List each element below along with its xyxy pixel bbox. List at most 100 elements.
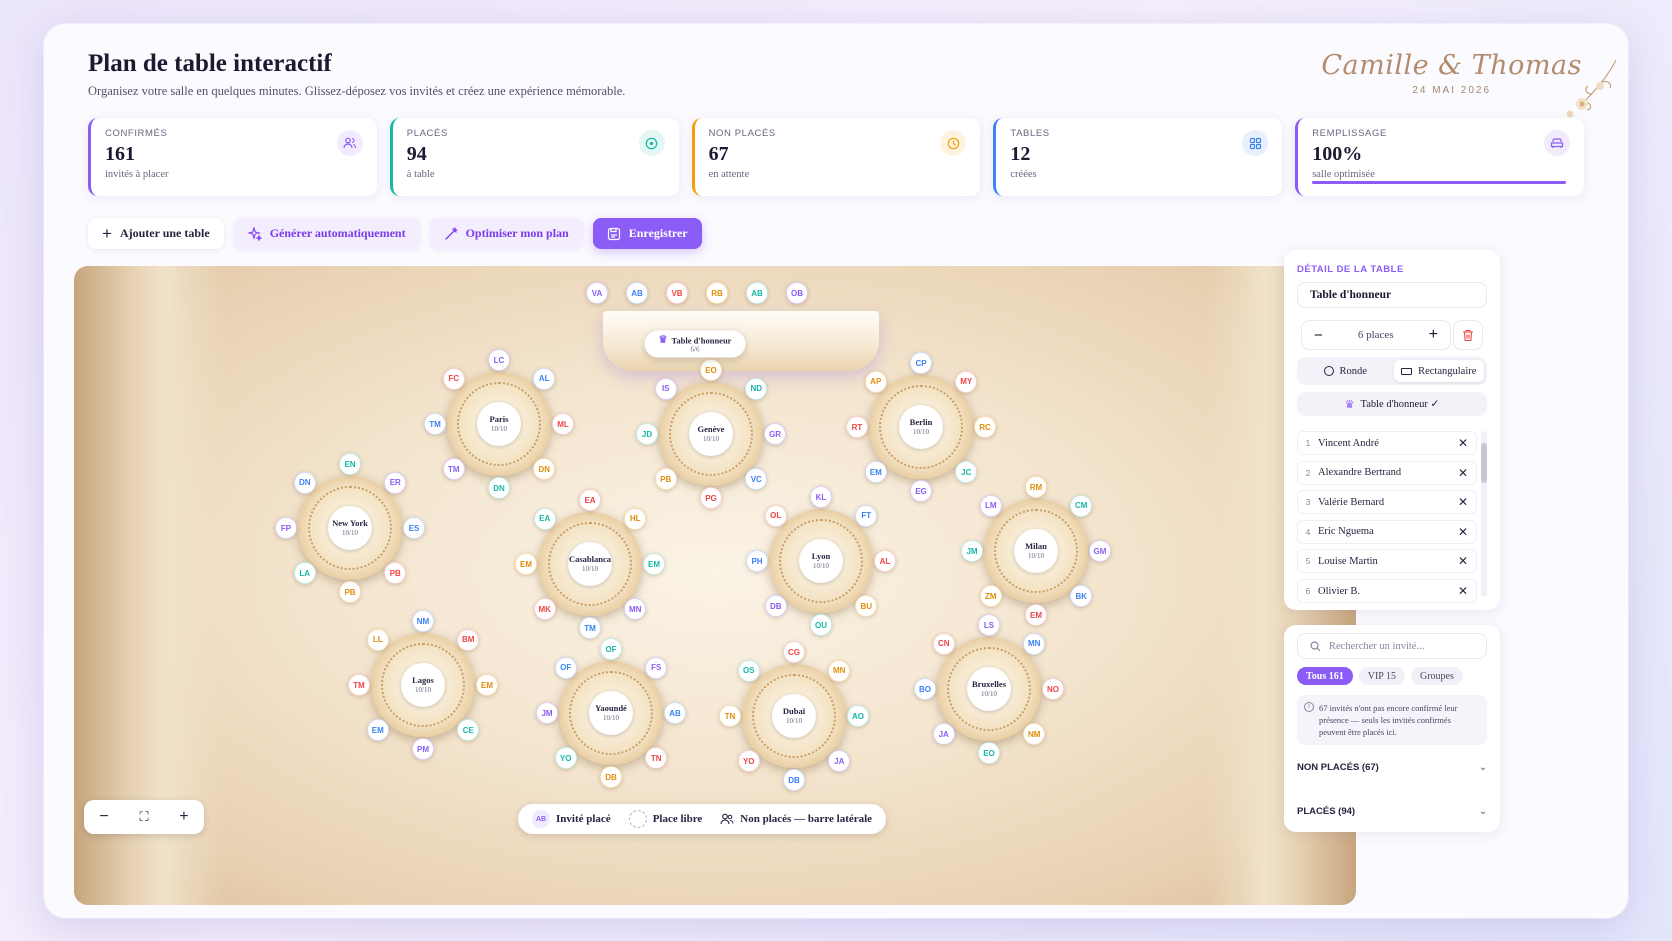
- seat-avatar[interactable]: AO: [847, 705, 869, 727]
- seat-avatar[interactable]: EM: [515, 553, 537, 575]
- honor-table-label[interactable]: ♛ Table d'honneur 6/6: [644, 330, 746, 358]
- shape-round-option[interactable]: Ronde: [1300, 360, 1391, 382]
- seat-avatar[interactable]: OF: [554, 656, 577, 679]
- seat-avatar[interactable]: ER: [384, 471, 407, 494]
- seat-avatar[interactable]: NM: [412, 610, 434, 632]
- seat-avatar[interactable]: FS: [645, 656, 668, 679]
- seat-avatar[interactable]: DN: [293, 471, 316, 494]
- filter-groups[interactable]: Groupes: [1410, 667, 1463, 685]
- seat-avatar[interactable]: CM: [1070, 494, 1093, 517]
- guest-row[interactable]: 3 Valérie Bernard ✕: [1297, 490, 1477, 515]
- shape-rect-option[interactable]: Rectangulaire: [1393, 360, 1484, 382]
- remove-guest-icon[interactable]: ✕: [1458, 584, 1468, 598]
- seat-avatar[interactable]: OF: [600, 638, 622, 660]
- seat-avatar[interactable]: TM: [579, 617, 601, 639]
- seat-avatar[interactable]: EA: [533, 507, 556, 530]
- generate-button[interactable]: Générer automatiquement: [233, 218, 420, 249]
- zoom-in-button[interactable]: +: [179, 808, 188, 826]
- honor-seat-avatar[interactable]: VA: [586, 282, 608, 304]
- seat-avatar[interactable]: BO: [914, 678, 936, 700]
- seat-avatar[interactable]: LC: [488, 349, 510, 371]
- guest-row[interactable]: 1 Vincent André ✕: [1297, 431, 1477, 455]
- remove-guest-icon[interactable]: ✕: [1458, 436, 1468, 450]
- guest-row[interactable]: 4 Eric Nguema ✕: [1297, 519, 1477, 544]
- filter-all[interactable]: Tous 161: [1297, 667, 1353, 685]
- seat-avatar[interactable]: BK: [1070, 585, 1093, 608]
- seat-avatar[interactable]: PB: [654, 468, 677, 491]
- fit-screen-button[interactable]: ⛶: [139, 809, 148, 825]
- seat-avatar[interactable]: DB: [783, 769, 805, 791]
- seat-avatar[interactable]: JC: [955, 461, 978, 484]
- seat-avatar[interactable]: EM: [476, 674, 498, 696]
- seat-avatar[interactable]: BU: [855, 595, 878, 618]
- seat-avatar[interactable]: TM: [424, 413, 446, 435]
- seat-avatar[interactable]: RT: [846, 416, 868, 438]
- seat-avatar[interactable]: MN: [828, 659, 851, 682]
- seat-avatar[interactable]: FC: [442, 367, 465, 390]
- seat-avatar[interactable]: MK: [533, 598, 556, 621]
- guest-row[interactable]: 2 Alexandre Bertrand ✕: [1297, 460, 1477, 485]
- optimize-button[interactable]: Optimiser mon plan: [429, 218, 583, 249]
- seat-avatar[interactable]: OL: [764, 504, 787, 527]
- seat-avatar[interactable]: JD: [636, 423, 658, 445]
- seat-avatar[interactable]: LS: [978, 614, 1000, 636]
- seat-avatar[interactable]: NM: [1023, 723, 1046, 746]
- table-name-input[interactable]: Table d'honneur: [1297, 282, 1487, 308]
- seat-avatar[interactable]: TM: [442, 458, 465, 481]
- seat-avatar[interactable]: JA: [828, 750, 851, 773]
- honor-seat-avatar[interactable]: OB: [786, 282, 808, 304]
- seat-avatar[interactable]: FT: [855, 504, 878, 527]
- seat-avatar[interactable]: PB: [384, 562, 407, 585]
- save-button[interactable]: Enregistrer: [592, 218, 702, 249]
- seat-avatar[interactable]: CN: [932, 632, 955, 655]
- seat-avatar[interactable]: FP: [275, 517, 297, 539]
- seat-avatar[interactable]: MN: [1023, 632, 1046, 655]
- seat-avatar[interactable]: EM: [1025, 604, 1047, 626]
- seat-avatar[interactable]: KL: [810, 486, 832, 508]
- seat-avatar[interactable]: LM: [979, 494, 1002, 517]
- remove-guest-icon[interactable]: ✕: [1458, 466, 1468, 480]
- seat-avatar[interactable]: EO: [978, 742, 1000, 764]
- seat-avatar[interactable]: EM: [366, 719, 389, 742]
- delete-table-button[interactable]: [1453, 320, 1483, 350]
- guest-row[interactable]: 5 Louise Martin ✕: [1297, 549, 1477, 574]
- seat-avatar[interactable]: DB: [764, 595, 787, 618]
- filter-vip[interactable]: VIP 15: [1358, 667, 1405, 685]
- decrease-places-button[interactable]: −: [1314, 327, 1323, 344]
- seat-avatar[interactable]: JM: [961, 540, 983, 562]
- placed-section-toggle[interactable]: PLACÉS (94) ⌄: [1297, 806, 1487, 817]
- seat-avatar[interactable]: TM: [348, 674, 370, 696]
- seat-avatar[interactable]: LA: [293, 562, 316, 585]
- seat-avatar[interactable]: MY: [955, 370, 978, 393]
- seat-avatar[interactable]: ZM: [979, 585, 1002, 608]
- honor-seat-avatar[interactable]: AB: [746, 282, 768, 304]
- seat-avatar[interactable]: AB: [664, 702, 686, 724]
- seat-avatar[interactable]: AL: [533, 367, 556, 390]
- remove-guest-icon[interactable]: ✕: [1458, 495, 1468, 509]
- honor-seat-avatar[interactable]: VB: [666, 282, 688, 304]
- seat-avatar[interactable]: VC: [745, 468, 768, 491]
- seat-avatar[interactable]: EM: [864, 461, 887, 484]
- honor-seat-avatar[interactable]: AB: [626, 282, 648, 304]
- seat-avatar[interactable]: GM: [1089, 540, 1111, 562]
- seat-avatar[interactable]: BM: [457, 628, 480, 651]
- seat-avatar[interactable]: OU: [810, 614, 832, 636]
- guest-search-input[interactable]: Rechercher un invité...: [1297, 633, 1487, 659]
- seat-avatar[interactable]: TN: [645, 747, 668, 770]
- seat-avatar[interactable]: YO: [737, 750, 760, 773]
- seat-avatar[interactable]: DN: [488, 477, 510, 499]
- seat-avatar[interactable]: CP: [910, 352, 932, 374]
- seat-avatar[interactable]: OS: [737, 659, 760, 682]
- seat-avatar[interactable]: PM: [412, 738, 434, 760]
- seat-avatar[interactable]: JM: [536, 702, 558, 724]
- guest-list-scrollbar[interactable]: [1481, 431, 1487, 597]
- remove-guest-icon[interactable]: ✕: [1458, 554, 1468, 568]
- seat-avatar[interactable]: CE: [457, 719, 480, 742]
- seat-avatar[interactable]: RM: [1025, 476, 1047, 498]
- honor-toggle[interactable]: ♛ Table d'honneur ✓: [1297, 392, 1487, 416]
- seat-avatar[interactable]: TN: [719, 705, 741, 727]
- seat-avatar[interactable]: GR: [764, 423, 786, 445]
- seat-avatar[interactable]: JA: [932, 723, 955, 746]
- honor-seat-avatar[interactable]: RB: [706, 282, 728, 304]
- seat-avatar[interactable]: EM: [643, 553, 665, 575]
